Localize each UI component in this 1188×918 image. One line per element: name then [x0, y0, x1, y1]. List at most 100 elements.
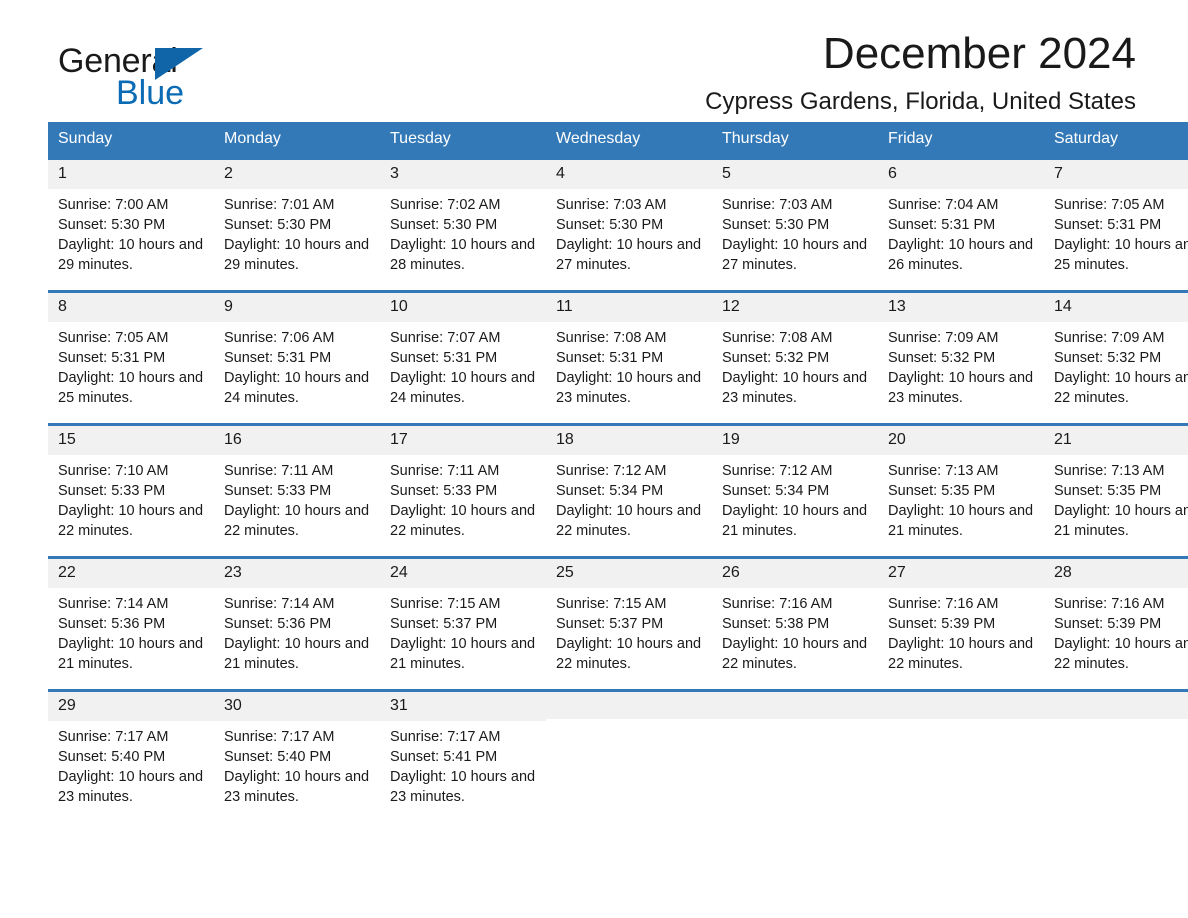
sunrise-text: Sunrise: 7:05 AM: [58, 329, 169, 346]
sunrise-text: Sunrise: 7:14 AM: [58, 595, 169, 612]
day-number: 11: [546, 293, 712, 322]
calendar-day-cell[interactable]: 26 Sunrise: 7:16 AM Sunset: 5:38 PM Dayligh…: [712, 556, 878, 691]
calendar-day-cell[interactable]: 23 Sunrise: 7:14 AM Sunset: 5:36 PM Dayligh…: [214, 556, 380, 691]
sunrise-text: Sunrise: 7:09 AM: [1054, 329, 1165, 346]
daylight-text: Daylight: 10 hours and 22 minutes.: [1054, 635, 1188, 672]
sunset-text: Sunset: 5:31 PM: [224, 349, 332, 366]
day-number: 5: [712, 160, 878, 189]
sunrise-text: Sunrise: 7:08 AM: [556, 329, 667, 346]
calendar-day-cell[interactable]: 17 Sunrise: 7:11 AM Sunset: 5:33 PM Dayligh…: [380, 423, 546, 558]
page-title: December 2024: [822, 29, 1136, 78]
calendar-day-cell[interactable]: 28 Sunrise: 7:16 AM Sunset: 5:39 PM Dayligh…: [1044, 556, 1188, 691]
day-number: 12: [712, 293, 878, 322]
calendar-day-cell-empty: [546, 689, 712, 822]
sunset-text: Sunset: 5:32 PM: [888, 349, 996, 366]
daylight-text: Daylight: 10 hours and 25 minutes.: [1054, 236, 1188, 273]
day-details: Sunrise: 7:17 AM Sunset: 5:41 PM Daylight:…: [380, 721, 546, 807]
day-details: Sunrise: 7:08 AM Sunset: 5:31 PM Daylight:…: [546, 322, 712, 408]
calendar-day-cell[interactable]: 13 Sunrise: 7:09 AM Sunset: 5:32 PM Dayligh…: [878, 290, 1044, 425]
day-details: Sunrise: 7:06 AM Sunset: 5:31 PM Daylight:…: [214, 322, 380, 408]
calendar-day-cell[interactable]: 18 Sunrise: 7:12 AM Sunset: 5:34 PM Dayligh…: [546, 423, 712, 558]
calendar-day-cell[interactable]: 1 Sunrise: 7:00 AM Sunset: 5:30 PM Daylight…: [48, 157, 214, 292]
day-details: Sunrise: 7:09 AM Sunset: 5:32 PM Daylight:…: [878, 322, 1044, 408]
calendar-day-cell[interactable]: 24 Sunrise: 7:15 AM Sunset: 5:37 PM Dayligh…: [380, 556, 546, 691]
calendar-day-cell[interactable]: 2 Sunrise: 7:01 AM Sunset: 5:30 PM Daylight…: [214, 157, 380, 292]
sunset-text: Sunset: 5:35 PM: [1054, 482, 1162, 499]
calendar-day-cell[interactable]: 31 Sunrise: 7:17 AM Sunset: 5:41 PM Dayligh…: [380, 689, 546, 822]
calendar-day-cell[interactable]: 14 Sunrise: 7:09 AM Sunset: 5:32 PM Dayligh…: [1044, 290, 1188, 425]
title-block: December 2024 Cypress Gardens, Florida, …: [705, 29, 1136, 117]
sunset-text: Sunset: 5:31 PM: [58, 349, 166, 366]
calendar-day-cell[interactable]: 4 Sunrise: 7:03 AM Sunset: 5:30 PM Daylight…: [546, 157, 712, 292]
day-number: 25: [546, 559, 712, 588]
calendar-day-cell[interactable]: 20 Sunrise: 7:13 AM Sunset: 5:35 PM Dayligh…: [878, 423, 1044, 558]
sunset-text: Sunset: 5:30 PM: [224, 216, 332, 233]
sunrise-text: Sunrise: 7:13 AM: [1054, 462, 1165, 479]
calendar-day-cell[interactable]: 19 Sunrise: 7:12 AM Sunset: 5:34 PM Dayligh…: [712, 423, 878, 558]
day-number: [712, 692, 878, 719]
sunrise-text: Sunrise: 7:07 AM: [390, 329, 501, 346]
weekday-header-friday: Friday: [878, 122, 1044, 159]
calendar-day-cell[interactable]: 6 Sunrise: 7:04 AM Sunset: 5:31 PM Daylight…: [878, 157, 1044, 292]
daylight-text: Daylight: 10 hours and 21 minutes.: [722, 502, 868, 539]
calendar-day-cell[interactable]: 9 Sunrise: 7:06 AM Sunset: 5:31 PM Daylight…: [214, 290, 380, 425]
calendar-day-cell[interactable]: 16 Sunrise: 7:11 AM Sunset: 5:33 PM Dayligh…: [214, 423, 380, 558]
sunrise-text: Sunrise: 7:00 AM: [58, 196, 169, 213]
day-details: Sunrise: 7:05 AM Sunset: 5:31 PM Daylight:…: [48, 322, 214, 408]
sunset-text: Sunset: 5:36 PM: [58, 615, 166, 632]
day-number: 16: [214, 426, 380, 455]
daylight-text: Daylight: 10 hours and 22 minutes.: [58, 502, 204, 539]
calendar-day-cell[interactable]: 21 Sunrise: 7:13 AM Sunset: 5:35 PM Dayligh…: [1044, 423, 1188, 558]
sunset-text: Sunset: 5:35 PM: [888, 482, 996, 499]
daylight-text: Daylight: 10 hours and 22 minutes.: [722, 635, 868, 672]
calendar-day-cell[interactable]: 22 Sunrise: 7:14 AM Sunset: 5:36 PM Dayligh…: [48, 556, 214, 691]
day-details: Sunrise: 7:16 AM Sunset: 5:38 PM Daylight:…: [712, 588, 878, 674]
calendar-day-cell[interactable]: 27 Sunrise: 7:16 AM Sunset: 5:39 PM Dayligh…: [878, 556, 1044, 691]
sunrise-text: Sunrise: 7:03 AM: [722, 196, 833, 213]
day-number: 23: [214, 559, 380, 588]
calendar-day-cell[interactable]: 15 Sunrise: 7:10 AM Sunset: 5:33 PM Dayligh…: [48, 423, 214, 558]
logo-text-blue: Blue: [116, 74, 185, 112]
sunset-text: Sunset: 5:31 PM: [390, 349, 498, 366]
day-number: [1044, 692, 1188, 719]
sunset-text: Sunset: 5:30 PM: [390, 216, 498, 233]
sunrise-text: Sunrise: 7:17 AM: [390, 728, 501, 745]
calendar-day-cell[interactable]: 7 Sunrise: 7:05 AM Sunset: 5:31 PM Daylight…: [1044, 157, 1188, 292]
day-number: 8: [48, 293, 214, 322]
calendar-day-cell[interactable]: 30 Sunrise: 7:17 AM Sunset: 5:40 PM Dayligh…: [214, 689, 380, 822]
logo-triangle-icon: [155, 48, 203, 80]
sunrise-text: Sunrise: 7:09 AM: [888, 329, 999, 346]
weekday-header-saturday: Saturday: [1044, 122, 1188, 159]
day-number: 13: [878, 293, 1044, 322]
calendar-day-cell[interactable]: 10 Sunrise: 7:07 AM Sunset: 5:31 PM Dayligh…: [380, 290, 546, 425]
sunrise-text: Sunrise: 7:12 AM: [722, 462, 833, 479]
day-details: Sunrise: 7:14 AM Sunset: 5:36 PM Daylight:…: [48, 588, 214, 674]
weekday-header-monday: Monday: [214, 122, 380, 159]
calendar-day-cell[interactable]: 5 Sunrise: 7:03 AM Sunset: 5:30 PM Daylight…: [712, 157, 878, 292]
calendar-day-cell[interactable]: 12 Sunrise: 7:08 AM Sunset: 5:32 PM Dayligh…: [712, 290, 878, 425]
day-number: 27: [878, 559, 1044, 588]
day-number: 4: [546, 160, 712, 189]
day-details: Sunrise: 7:13 AM Sunset: 5:35 PM Daylight:…: [1044, 455, 1188, 541]
daylight-text: Daylight: 10 hours and 23 minutes.: [888, 369, 1034, 406]
sunset-text: Sunset: 5:33 PM: [224, 482, 332, 499]
sunset-text: Sunset: 5:39 PM: [1054, 615, 1162, 632]
sunset-text: Sunset: 5:31 PM: [556, 349, 664, 366]
calendar-day-cell[interactable]: 3 Sunrise: 7:02 AM Sunset: 5:30 PM Daylight…: [380, 157, 546, 292]
sunrise-text: Sunrise: 7:11 AM: [390, 462, 500, 479]
sunrise-text: Sunrise: 7:05 AM: [1054, 196, 1165, 213]
calendar-day-cell[interactable]: 29 Sunrise: 7:17 AM Sunset: 5:40 PM Dayligh…: [48, 689, 214, 822]
sunset-text: Sunset: 5:33 PM: [58, 482, 166, 499]
weekday-header-sunday: Sunday: [48, 122, 214, 159]
sunrise-text: Sunrise: 7:13 AM: [888, 462, 999, 479]
sunset-text: Sunset: 5:41 PM: [390, 748, 498, 765]
day-details: Sunrise: 7:12 AM Sunset: 5:34 PM Daylight:…: [712, 455, 878, 541]
sunrise-text: Sunrise: 7:06 AM: [224, 329, 335, 346]
sunrise-text: Sunrise: 7:16 AM: [722, 595, 833, 612]
calendar-day-cell[interactable]: 25 Sunrise: 7:15 AM Sunset: 5:37 PM Dayligh…: [546, 556, 712, 691]
calendar-day-cell-empty: [712, 689, 878, 822]
daylight-text: Daylight: 10 hours and 23 minutes.: [224, 768, 370, 805]
daylight-text: Daylight: 10 hours and 21 minutes.: [58, 635, 204, 672]
calendar-day-cell[interactable]: 11 Sunrise: 7:08 AM Sunset: 5:31 PM Dayligh…: [546, 290, 712, 425]
calendar-day-cell[interactable]: 8 Sunrise: 7:05 AM Sunset: 5:31 PM Daylight…: [48, 290, 214, 425]
